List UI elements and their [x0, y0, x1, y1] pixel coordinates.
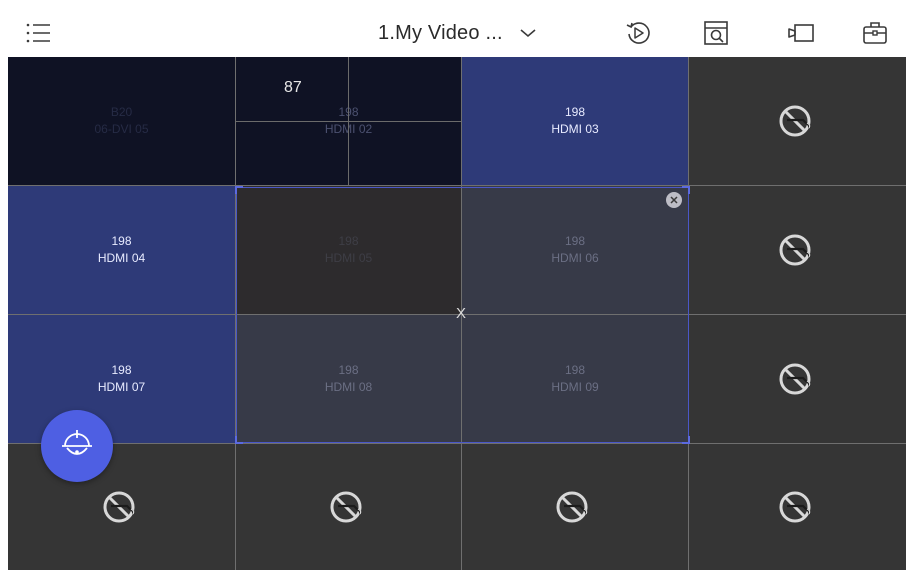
screen-cell-3-2[interactable]: 198 HDMI 08: [236, 315, 461, 443]
replay-button[interactable]: [620, 15, 656, 51]
screen-cell-4-2[interactable]: [236, 444, 461, 570]
no-signal-icon: [779, 363, 810, 395]
screen-cell-2-4[interactable]: [689, 186, 906, 314]
close-icon: [670, 196, 678, 204]
screen-cell-2-3[interactable]: 198 HDMI 06: [462, 186, 688, 314]
screen-cell-2-2[interactable]: 198 HDMI 05: [236, 186, 461, 314]
screen-source: HDMI 07: [97, 380, 146, 394]
screen-source: HDMI 05: [324, 251, 373, 265]
screen-source: HDMI 09: [551, 380, 599, 394]
no-signal-icon: [330, 491, 361, 523]
toolbox-icon: [863, 22, 887, 44]
screen-id: B20: [110, 105, 133, 119]
screen-id: 198: [564, 363, 586, 377]
screen-source: 06-DVI 05: [94, 122, 149, 136]
screen-id: 198: [111, 234, 132, 248]
no-signal-icon: [779, 491, 810, 523]
split-divider-horizontal: [236, 121, 461, 122]
window-number: 87: [284, 79, 302, 96]
screen-cell-4-3[interactable]: [462, 444, 688, 570]
screen-source: HDMI 03: [551, 122, 599, 136]
screen-source: HDMI 06: [551, 251, 599, 265]
scene-title: 1.My Video ...: [378, 21, 503, 44]
video-wall-app: 1.My Video ... B20 06-DVI 05 HDMI 02 87 …: [0, 0, 906, 570]
chevron-down-icon: [520, 29, 536, 38]
screen-cell-3-3[interactable]: 198 HDMI 09: [462, 315, 688, 443]
toolbox-button[interactable]: [857, 15, 893, 51]
no-signal-icon: [556, 491, 588, 523]
screen-id: 198: [564, 234, 586, 248]
menu-button[interactable]: [20, 15, 56, 51]
screen-source: HDMI 08: [324, 380, 373, 394]
top-bar: 1.My Video ...: [8, 8, 906, 57]
merge-center-marker: X: [456, 305, 467, 322]
screen-cell-2-1[interactable]: 198 HDMI 04: [8, 186, 235, 314]
screen-source: HDMI 04: [97, 251, 146, 265]
camera-icon: [788, 24, 814, 42]
no-signal-icon: [779, 234, 810, 266]
dome-camera-icon: [62, 430, 92, 455]
screen-cell-3-4[interactable]: [689, 315, 906, 443]
screen-id: 198: [111, 363, 132, 377]
window-search-button[interactable]: [698, 15, 734, 51]
screen-cell-1-4[interactable]: [689, 57, 906, 185]
ptz-control-button[interactable]: [41, 410, 113, 482]
replay-icon: [626, 22, 650, 44]
menu-list-icon: [26, 23, 50, 43]
screen-id: 198: [564, 105, 586, 119]
screen-cell-3-1[interactable]: 198 HDMI 07: [8, 315, 235, 443]
video-wall[interactable]: B20 06-DVI 05 198 HDMI 02 87 198 HDMI 03…: [8, 57, 906, 570]
screen-cell-1-3[interactable]: 198 HDMI 03: [462, 57, 688, 185]
screen-cell-4-4[interactable]: [689, 444, 906, 570]
no-signal-icon: [779, 105, 810, 137]
scene-selector[interactable]: 1.My Video ...: [378, 15, 537, 51]
window-search-icon: [704, 21, 728, 45]
no-signal-icon: [103, 491, 134, 523]
screen-cell-4-1[interactable]: [8, 444, 235, 570]
screen-cell-1-1[interactable]: B20 06-DVI 05: [8, 57, 235, 185]
screen-id: 198: [338, 363, 359, 377]
screen-id: 198: [338, 234, 359, 248]
camera-view-button[interactable]: [783, 15, 819, 51]
close-selection-button[interactable]: [666, 192, 682, 208]
